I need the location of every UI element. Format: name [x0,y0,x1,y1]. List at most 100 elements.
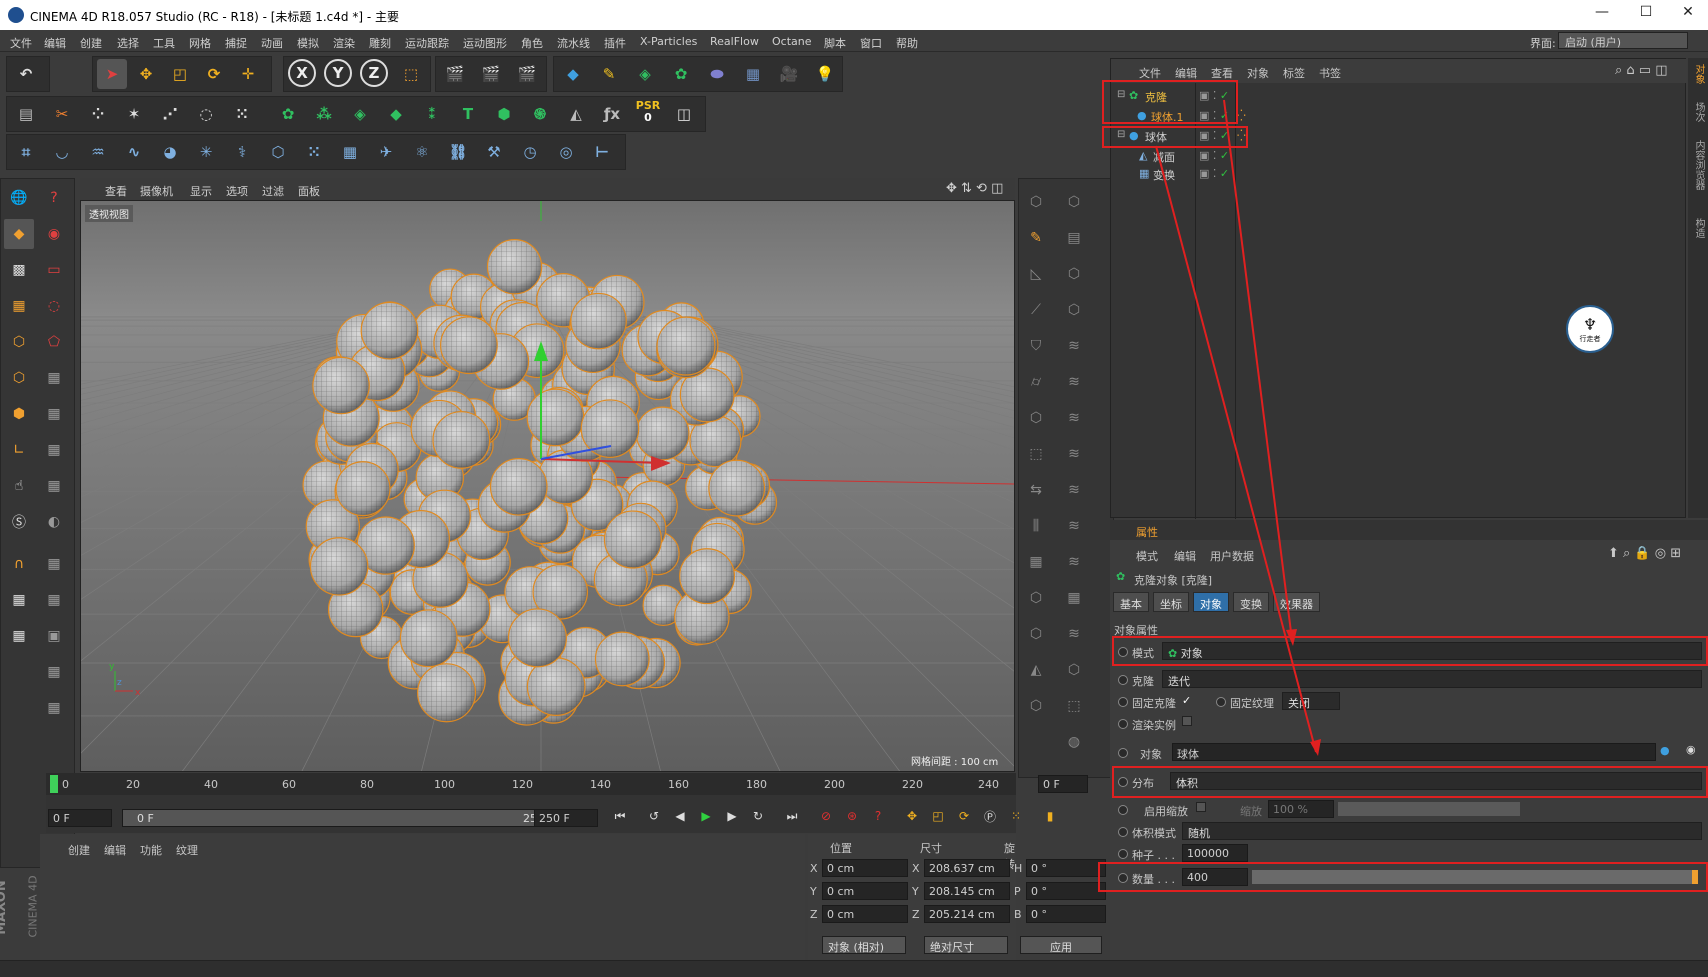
shield-icon[interactable]: ⛉ [1021,331,1051,361]
rotate-icon[interactable]: ⟳ [199,59,229,89]
end-frame-field[interactable]: 250 F [534,809,598,827]
tool-j-icon[interactable]: ▦ [39,693,69,723]
camera-menu[interactable]: 摄像机 [140,183,173,199]
prev-key-icon[interactable]: ↺ [644,806,664,826]
menu-mesh[interactable]: 网格 [189,35,211,51]
cube-5-icon[interactable]: ⬡ [1021,619,1051,649]
view-menu[interactable]: 查看 [105,183,127,199]
link-icon[interactable]: ⛓ [443,137,473,167]
pos-z-field[interactable]: 0 cm [822,905,908,923]
tab-basic[interactable]: 基本 [1113,592,1149,612]
mat-menu-texture[interactable]: 纹理 [176,842,198,858]
key-rotate-icon[interactable]: ⟳ [954,806,974,826]
render-picture-viewer-icon[interactable]: 🎬 [476,59,506,89]
tab-coordinates[interactable]: 坐标 [1153,592,1189,612]
model-mode-icon[interactable]: ◆ [4,219,34,249]
cube-4-icon[interactable]: ⬡ [1021,583,1051,613]
tool-icon[interactable]: ⚒ [479,137,509,167]
tool-g-icon[interactable]: ▦ [39,585,69,615]
spline-wrap-icon[interactable]: ֍ [525,99,555,129]
bowl-icon[interactable]: ◡ [47,137,77,167]
fix-texture-radio[interactable] [1216,697,1226,707]
lasso-icon[interactable]: ◌ [39,291,69,321]
cube-view-2-icon[interactable]: ⬡ [1059,187,1089,217]
menu-window[interactable]: 窗口 [860,35,882,51]
workplane-icon[interactable]: ▦ [4,291,34,321]
om-menu-view[interactable]: 查看 [1211,65,1233,81]
grid-points-icon[interactable]: ⁙ [227,99,257,129]
key-param-icon[interactable]: Ⓟ [980,806,1000,826]
box-2-icon[interactable]: ⬡ [1059,295,1089,325]
side-tab-structure[interactable]: 构造 [1691,218,1706,238]
menu-sculpt[interactable]: 雕刻 [369,35,391,51]
menu-motion-tracker[interactable]: 运动跟踪 [405,35,449,51]
tool-h-icon[interactable]: ▣ [39,621,69,651]
deformer-icon[interactable]: ⬬ [702,59,732,89]
select-arrow-icon[interactable]: ➤ [97,59,127,89]
frame-2-icon[interactable]: ⬚ [1059,691,1089,721]
mat-menu-edit[interactable]: 编辑 [104,842,126,858]
render-settings-icon[interactable]: 🎬 [512,59,542,89]
current-frame-field[interactable]: 0 F [1038,775,1088,793]
fx-icon[interactable]: ƒx [597,99,627,129]
tiles-icon[interactable]: ▦ [1021,547,1051,577]
stack-6-icon[interactable]: ≋ [1059,511,1089,541]
rot-h-field[interactable]: 0 ° [1026,859,1106,877]
stack-8-icon[interactable]: ≋ [1059,619,1089,649]
cube-6-icon[interactable]: ⬡ [1021,691,1051,721]
sphere-tool-icon[interactable]: ◍ [1059,727,1089,757]
stack-3-icon[interactable]: ≋ [1059,403,1089,433]
tool-c-icon[interactable]: ▦ [39,435,69,465]
menu-snap[interactable]: 捕捉 [225,35,247,51]
visibility-icon[interactable]: ▣ ⁚ ✓ [1199,149,1229,162]
ruler-icon[interactable]: ◺ [1021,259,1051,289]
tool-f-icon[interactable]: ▦ [39,549,69,579]
cloner-tool-icon[interactable]: ✿ [273,99,303,129]
maximize-button[interactable]: ☐ [1626,4,1666,26]
om-menu-objects[interactable]: 对象 [1247,65,1269,81]
undo-icon[interactable]: ↶ [11,59,41,89]
scale-slider[interactable] [1338,802,1520,816]
tool-d-icon[interactable]: ▦ [39,471,69,501]
align-icon[interactable]: ⊢ [587,137,617,167]
edit-render-icon[interactable]: ▤ [11,99,41,129]
menu-realflow[interactable]: RealFlow [710,35,759,48]
tag-icon[interactable]: ⁛ [1237,109,1246,122]
stack-7-icon[interactable]: ≋ [1059,547,1089,577]
dots-cloud-icon[interactable]: ⁙ [299,137,329,167]
menu-file[interactable]: 文件 [10,35,32,51]
fix-texture-dropdown[interactable]: 关闭 [1282,692,1340,710]
keyframe-help-icon[interactable]: ? [868,806,888,826]
tree-row-transform[interactable]: ▦ 变换 ▣ ⁚ ✓ [1111,165,1687,183]
fracture-icon[interactable]: ◈ [345,99,375,129]
side-tab-objects[interactable]: 对象 [1691,64,1706,84]
prev-frame-icon[interactable]: ◀ [670,806,690,826]
menu-script[interactable]: 脚本 [824,35,846,51]
seed-radio[interactable] [1118,849,1128,859]
circle-points-icon[interactable]: ◌ [191,99,221,129]
move-icon[interactable]: ✥ [131,59,161,89]
live-select-icon[interactable]: ◉ [39,219,69,249]
magic-icon[interactable]: ✶ [119,99,149,129]
stack-icon[interactable]: ≋ [1059,331,1089,361]
molecule-icon[interactable]: ⚛ [407,137,437,167]
points-icon[interactable]: ⋰ [155,99,185,129]
panel-menu[interactable]: 面板 [298,183,320,199]
scale-icon[interactable]: ◰ [165,59,195,89]
mat-menu-function[interactable]: 功能 [140,842,162,858]
grid-2-icon[interactable]: ▦ [1059,583,1089,613]
enable-scale-checkbox[interactable] [1196,802,1206,812]
emitter-icon[interactable]: ✈ [371,137,401,167]
rot-p-field[interactable]: 0 ° [1026,882,1106,900]
y-axis-icon[interactable]: Y [324,59,352,87]
attr-menu-userdata[interactable]: 用户数据 [1210,548,1254,564]
effector-icon[interactable]: ◭ [561,99,591,129]
menu-character[interactable]: 角色 [521,35,543,51]
tracer-icon[interactable]: ⁑ [417,99,447,129]
display-menu[interactable]: 显示 [190,183,212,199]
menu-simulate[interactable]: 模拟 [297,35,319,51]
scale-field[interactable]: 100 % [1268,800,1334,818]
paint-icon[interactable]: ✎ [1021,223,1051,253]
subdivision-icon[interactable]: ◈ [630,59,660,89]
extrude-icon[interactable]: ⬢ [489,99,519,129]
